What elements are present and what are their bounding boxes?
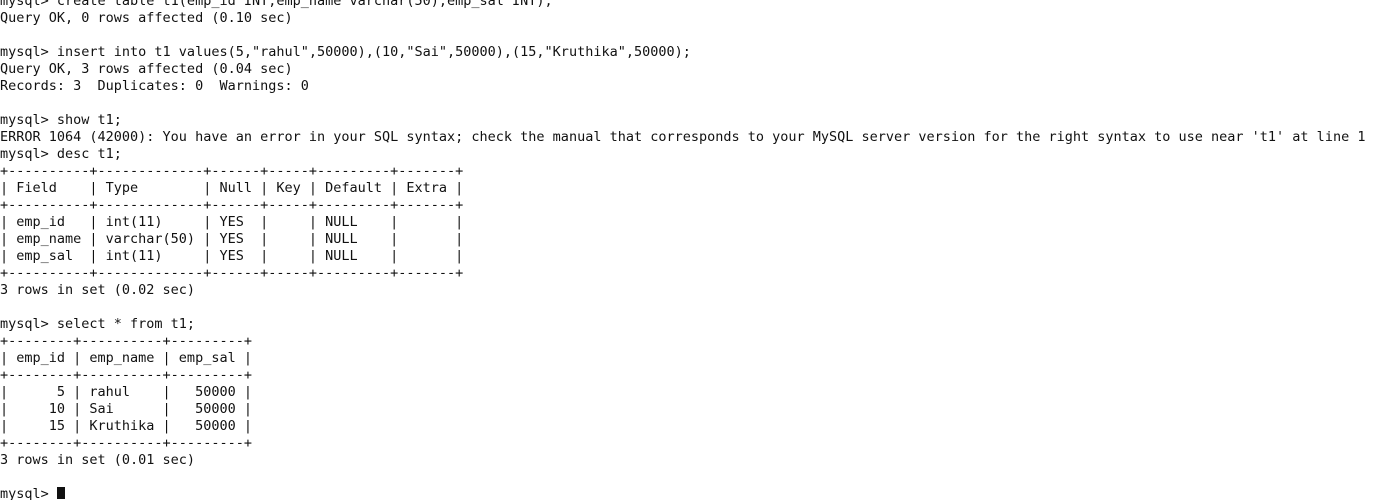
terminal-line: 3 rows in set (0.01 sec) (0, 452, 196, 468)
terminal-line: +----------+-------------+------+-----+-… (0, 163, 464, 179)
prompt-line[interactable]: mysql> (0, 486, 1379, 500)
mysql-prompt: mysql> (0, 486, 57, 500)
terminal-line: Query OK, 3 rows affected (0.04 sec) (0, 61, 293, 77)
terminal-line: +----------+-------------+------+-----+-… (0, 197, 464, 213)
terminal-window[interactable]: mysql> create table t1(emp_id INT,emp_na… (0, 0, 1379, 500)
terminal-line: | 15 | Kruthika | 50000 | (0, 418, 252, 434)
terminal-line: +--------+----------+---------+ (0, 367, 252, 383)
terminal-line: mysql> create table t1(emp_id INT,emp_na… (0, 0, 553, 9)
terminal-line: mysql> desc t1; (0, 146, 122, 162)
terminal-line: +--------+----------+---------+ (0, 435, 252, 451)
terminal-line: | emp_name | varchar(50) | YES | | NULL … (0, 231, 464, 247)
terminal-line: +--------+----------+---------+ (0, 333, 252, 349)
terminal-line: | emp_id | emp_name | emp_sal | (0, 350, 252, 366)
terminal-line: mysql> select * from t1; (0, 316, 196, 332)
terminal-line: Records: 3 Duplicates: 0 Warnings: 0 (0, 78, 309, 94)
terminal-line: mysql> show t1; (0, 112, 122, 128)
terminal-line: mysql> insert into t1 values(5,"rahul",5… (0, 44, 691, 60)
terminal-line: | 10 | Sai | 50000 | (0, 401, 252, 417)
terminal-line: 3 rows in set (0.02 sec) (0, 282, 196, 298)
terminal-line: | emp_sal | int(11) | YES | | NULL | | (0, 248, 464, 264)
terminal-line: ERROR 1064 (42000): You have an error in… (0, 129, 1366, 145)
terminal-line: +----------+-------------+------+-----+-… (0, 265, 464, 281)
terminal-line: | Field | Type | Null | Key | Default | … (0, 180, 464, 196)
text-cursor (56, 487, 65, 499)
terminal-line: Query OK, 0 rows affected (0.10 sec) (0, 10, 293, 26)
terminal-line: | emp_id | int(11) | YES | | NULL | | (0, 214, 464, 230)
terminal-line: | 5 | rahul | 50000 | (0, 384, 252, 400)
